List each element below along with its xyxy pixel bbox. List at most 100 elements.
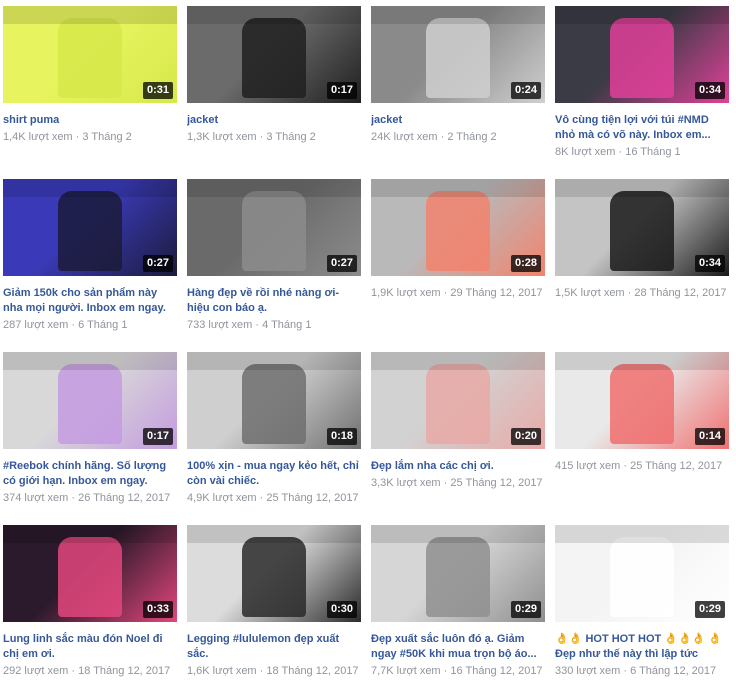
meta-separator: ·: [620, 665, 631, 677]
upload-date: 3 Tháng 2: [266, 131, 316, 143]
video-duration: 0:27: [326, 255, 357, 272]
video-card[interactable]: 0:29 👌👌 HOT HOT HOT 👌👌👌 👌 Đẹp như thế này…: [555, 525, 729, 678]
video-title[interactable]: 100% xịn - mua ngay kẻo hết, chỉ còn vài…: [187, 459, 361, 489]
thumbnail-graphic: [426, 537, 490, 617]
upload-date: 25 Tháng 12, 2017: [630, 460, 723, 472]
meta-separator: ·: [68, 665, 79, 677]
video-duration: 0:33: [142, 601, 173, 618]
video-meta: 8K lượt xem · 16 Tháng 1: [555, 145, 729, 159]
video-title[interactable]: jacket: [371, 113, 545, 128]
thumbnail-graphic: [555, 352, 729, 370]
video-thumbnail[interactable]: 0:17: [187, 6, 361, 103]
video-title[interactable]: Đẹp xuất sắc luôn đó ạ. Giảm ngay #50K k…: [371, 632, 545, 662]
video-card[interactable]: 0:34 Vô cùng tiện lợi với túi #NMD nhỏ mà…: [555, 6, 729, 159]
video-meta: 24K lượt xem · 2 Tháng 2: [371, 130, 545, 144]
thumbnail-graphic: [555, 179, 729, 197]
video-meta: 4,9K lượt xem · 25 Tháng 12, 2017: [187, 491, 361, 505]
meta-separator: ·: [437, 131, 448, 143]
video-card[interactable]: 0:14 415 lượt xem · 25 Tháng 12, 2017: [555, 352, 729, 473]
video-thumbnail[interactable]: 0:29: [555, 525, 729, 622]
video-thumbnail[interactable]: 0:24: [371, 6, 545, 103]
video-card[interactable]: 0:28 1,9K lượt xem · 29 Tháng 12, 2017: [371, 179, 545, 300]
video-title[interactable]: shirt puma: [3, 113, 177, 128]
video-thumbnail[interactable]: 0:18: [187, 352, 361, 449]
video-thumbnail[interactable]: 0:33: [3, 525, 177, 622]
video-card[interactable]: 0:18 100% xịn - mua ngay kẻo hết, chỉ còn…: [187, 352, 361, 505]
view-count: 1,3K lượt xem: [187, 131, 257, 143]
upload-date: 6 Tháng 1: [78, 319, 128, 331]
view-count: 1,6K lượt xem: [187, 665, 257, 677]
video-title[interactable]: 👌👌 HOT HOT HOT 👌👌👌 👌 Đẹp như thế này thì…: [555, 632, 729, 662]
video-duration: 0:17: [326, 82, 357, 99]
meta-separator: ·: [624, 287, 635, 299]
upload-date: 4 Tháng 1: [262, 319, 312, 331]
video-meta: 1,5K lượt xem · 28 Tháng 12, 2017: [555, 286, 729, 300]
video-duration: 0:34: [694, 255, 725, 272]
thumbnail-graphic: [426, 18, 490, 98]
meta-separator: ·: [252, 319, 263, 331]
video-card[interactable]: 0:17 jacket 1,3K lượt xem · 3 Tháng 2: [187, 6, 361, 144]
video-thumbnail[interactable]: 0:17: [3, 352, 177, 449]
video-thumbnail[interactable]: 0:34: [555, 179, 729, 276]
video-title[interactable]: Vô cùng tiện lợi với túi #NMD nhỏ mà có …: [555, 113, 729, 143]
upload-date: 3 Tháng 2: [82, 131, 132, 143]
thumbnail-graphic: [610, 18, 674, 98]
video-thumbnail[interactable]: 0:20: [371, 352, 545, 449]
video-meta: 330 lượt xem · 6 Tháng 12, 2017: [555, 664, 729, 678]
thumbnail-graphic: [610, 537, 674, 617]
video-duration: 0:24: [510, 82, 541, 99]
video-meta: 1,6K lượt xem · 18 Tháng 12, 2017: [187, 664, 361, 678]
video-card[interactable]: 0:27 Giảm 150k cho sản phẩm này nha mọi n…: [3, 179, 177, 332]
video-title[interactable]: Giảm 150k cho sản phẩm này nha mọi người…: [3, 286, 177, 316]
upload-date: 25 Tháng 12, 2017: [266, 492, 359, 504]
view-count: 330 lượt xem: [555, 665, 621, 677]
video-thumbnail[interactable]: 0:34: [555, 6, 729, 103]
video-meta: 415 lượt xem · 25 Tháng 12, 2017: [555, 459, 729, 473]
video-card[interactable]: 0:31 shirt puma 1,4K lượt xem · 3 Tháng 2: [3, 6, 177, 144]
upload-date: 28 Tháng 12, 2017: [634, 287, 727, 299]
video-card[interactable]: 0:20 Đẹp lắm nha các chị ơi. 3,3K lượt xem…: [371, 352, 545, 490]
video-thumbnail[interactable]: 0:28: [371, 179, 545, 276]
thumbnail-graphic: [58, 364, 122, 444]
view-count: 415 lượt xem: [555, 460, 621, 472]
video-duration: 0:27: [142, 255, 173, 272]
video-duration: 0:14: [694, 428, 725, 445]
video-title[interactable]: Lung linh sắc màu đón Noel đi chị em ơi.: [3, 632, 177, 662]
video-title[interactable]: Legging #lululemon đẹp xuất sắc.: [187, 632, 361, 662]
thumbnail-graphic: [610, 191, 674, 271]
thumbnail-graphic: [242, 364, 306, 444]
video-duration: 0:29: [694, 601, 725, 618]
video-card[interactable]: 0:33 Lung linh sắc màu đón Noel đi chị em…: [3, 525, 177, 678]
meta-separator: ·: [620, 460, 631, 472]
video-card[interactable]: 0:17 #Reebok chính hãng. Số lượng có giới…: [3, 352, 177, 505]
view-count: 374 lượt xem: [3, 492, 69, 504]
video-title[interactable]: Đẹp lắm nha các chị ơi.: [371, 459, 545, 474]
video-title[interactable]: jacket: [187, 113, 361, 128]
video-thumbnail[interactable]: 0:27: [187, 179, 361, 276]
thumbnail-graphic: [3, 179, 177, 197]
view-count: 287 lượt xem: [3, 319, 69, 331]
video-card[interactable]: 0:29 Đẹp xuất sắc luôn đó ạ. Giảm ngay #5…: [371, 525, 545, 678]
thumbnail-graphic: [426, 191, 490, 271]
thumbnail-graphic: [3, 525, 177, 543]
video-card[interactable]: 0:24 jacket 24K lượt xem · 2 Tháng 2: [371, 6, 545, 144]
video-card[interactable]: 0:34 1,5K lượt xem · 28 Tháng 12, 2017: [555, 179, 729, 300]
thumbnail-graphic: [371, 525, 545, 543]
video-thumbnail[interactable]: 0:27: [3, 179, 177, 276]
video-card[interactable]: 0:27 Hàng đẹp về rồi nhé nàng ơi- hiệu co…: [187, 179, 361, 332]
video-meta: 7,7K lượt xem · 16 Tháng 12, 2017: [371, 664, 545, 678]
video-card[interactable]: 0:30 Legging #lululemon đẹp xuất sắc. 1,6K…: [187, 525, 361, 678]
video-thumbnail[interactable]: 0:31: [3, 6, 177, 103]
video-title[interactable]: #Reebok chính hãng. Số lượng có giới hạn…: [3, 459, 177, 489]
video-thumbnail[interactable]: 0:29: [371, 525, 545, 622]
video-title[interactable]: Hàng đẹp về rồi nhé nàng ơi- hiệu con bá…: [187, 286, 361, 316]
upload-date: 26 Tháng 12, 2017: [78, 492, 171, 504]
thumbnail-graphic: [371, 179, 545, 197]
upload-date: 16 Tháng 1: [625, 146, 681, 158]
video-thumbnail[interactable]: 0:14: [555, 352, 729, 449]
meta-separator: ·: [615, 146, 626, 158]
thumbnail-graphic: [187, 179, 361, 197]
video-thumbnail[interactable]: 0:30: [187, 525, 361, 622]
video-meta: 1,9K lượt xem · 29 Tháng 12, 2017: [371, 286, 545, 300]
view-count: 1,5K lượt xem: [555, 287, 625, 299]
